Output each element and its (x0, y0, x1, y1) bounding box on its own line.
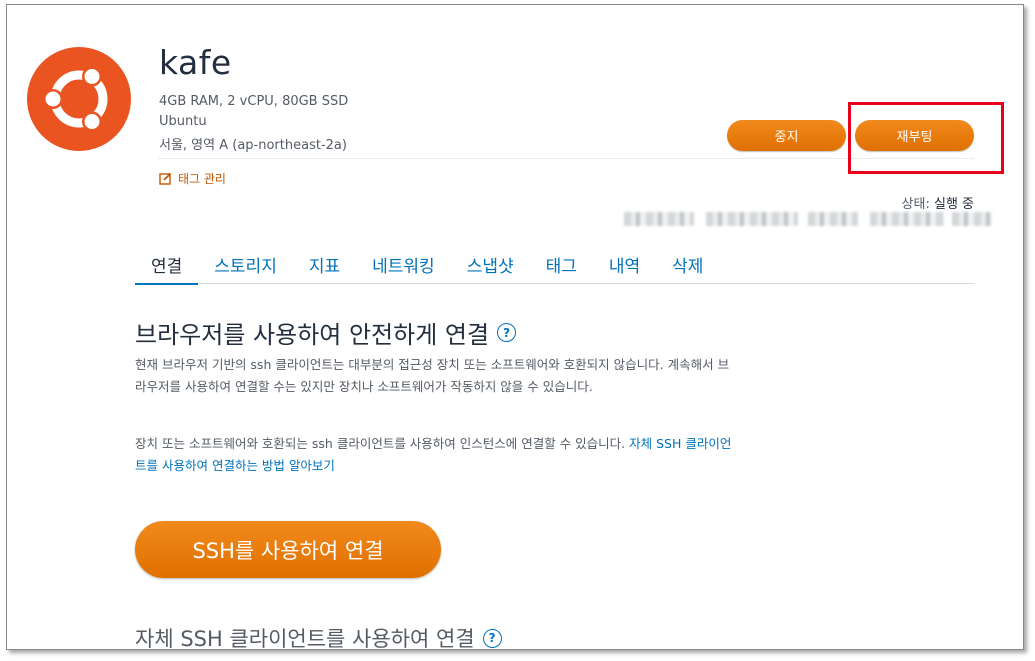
instance-spec: 4GB RAM, 2 vCPU, 80GB SSD (159, 94, 349, 109)
tab-snapshots[interactable]: 스냅샷 (451, 248, 530, 284)
tab-bar: 연결 스토리지 지표 네트워킹 스냅샷 태그 내역 삭제 (135, 248, 974, 285)
tab-history[interactable]: 내역 (593, 248, 656, 284)
reboot-highlight-box (848, 102, 1004, 174)
tab-storage[interactable]: 스토리지 (198, 248, 293, 284)
help-icon-2[interactable]: ? (482, 628, 502, 648)
own-client-heading: 자체 SSH 클라이언트를 사용하여 연결 ? (135, 623, 502, 650)
tag-manage-link[interactable]: 태그 관리 (159, 170, 226, 187)
own-client-title: 자체 SSH 클라이언트를 사용하여 연결 (135, 627, 475, 650)
help-icon[interactable]: ? (497, 323, 517, 342)
tag-manage-label: 태그 관리 (178, 172, 226, 186)
browser-connect-title: 브라우저를 사용하여 안전하게 연결 (135, 321, 490, 349)
instance-os: Ubuntu (159, 114, 207, 129)
browser-connect-heading: 브라우저를 사용하여 안전하게 연결 ? (135, 315, 517, 350)
own-client-text: 장치 또는 소프트웨어와 호환되는 ssh 클라이언트를 사용하여 인스턴스에 … (135, 436, 630, 451)
tab-networking[interactable]: 네트워킹 (356, 248, 451, 284)
tab-connect[interactable]: 연결 (135, 248, 199, 285)
own-client-notice: 장치 또는 소프트웨어와 호환되는 ssh 클라이언트를 사용하여 인스턴스에 … (135, 433, 735, 477)
tab-tags[interactable]: 태그 (530, 248, 593, 284)
stop-button[interactable]: 중지 (727, 120, 846, 151)
tab-metrics[interactable]: 지표 (293, 248, 356, 284)
instance-region: 서울, 영역 A (ap-northeast-2a) (159, 138, 347, 153)
ubuntu-logo-icon (27, 47, 131, 151)
browser-compat-notice: 현재 브라우저 기반의 ssh 클라이언트는 대부분의 접근성 장치 또는 소프… (135, 357, 730, 394)
instance-name: kafe (159, 43, 232, 82)
connect-ssh-button[interactable]: SSH를 사용하여 연결 (135, 521, 441, 578)
edit-icon (159, 172, 172, 185)
app-window: kafe 4GB RAM, 2 vCPU, 80GB SSD Ubuntu 서울… (6, 4, 1024, 650)
tab-delete[interactable]: 삭제 (656, 248, 719, 284)
redacted-ip-info (624, 210, 992, 228)
